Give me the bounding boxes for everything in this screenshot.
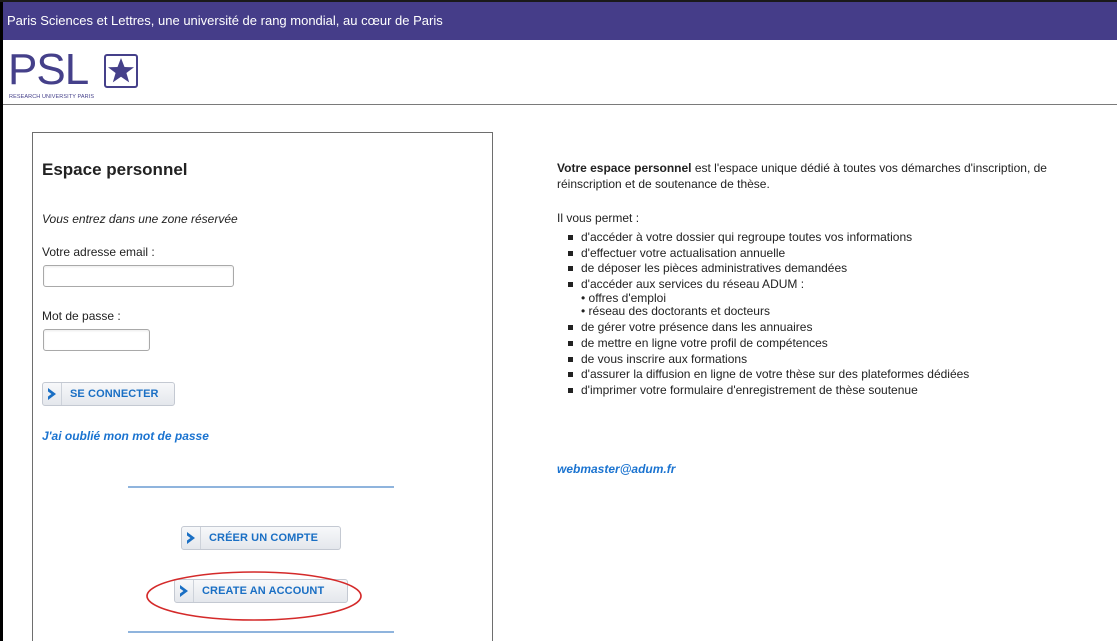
intro-rest: est l'espace unique dédié à toutes vos d…: [691, 161, 1047, 175]
top-banner: Paris Sciences et Lettres, une universit…: [3, 2, 1117, 40]
permits-heading: Il vous permet :: [557, 211, 640, 225]
list-item: de vous inscrire aux formations: [567, 352, 1107, 368]
list-subitem: • réseau des doctorants et docteurs: [581, 303, 770, 318]
header-divider: [3, 104, 1117, 105]
intro-bold: Votre espace personnel: [557, 161, 692, 175]
intro-line-1: Votre espace personnel est l'espace uniq…: [557, 160, 1117, 176]
password-label: Mot de passe :: [42, 309, 121, 323]
list-item: de mettre en ligne votre profil de compé…: [567, 336, 1107, 352]
list-subitem: • offres d'emploi: [581, 291, 666, 306]
list-item: d'assurer la diffusion en ligne de votre…: [567, 367, 1107, 383]
create-account-fr-label: CRÉER UN COMPTE: [209, 532, 319, 544]
separator-line-bottom: [128, 631, 394, 633]
list-item: d'accéder à votre dossier qui regroupe t…: [567, 230, 1107, 246]
email-field[interactable]: [43, 265, 234, 287]
logo-tagline: RESEARCH UNIVERSITY PARIS: [9, 94, 95, 100]
intro-line-2: réinscription et de soutenance de thèse.: [557, 177, 770, 191]
forgot-password-link[interactable]: J'ai oublié mon mot de passe: [42, 429, 209, 443]
feature-list: d'accéder à votre dossier qui regroupe t…: [567, 230, 1107, 398]
star-icon: [104, 54, 138, 88]
login-button-label: SE CONNECTER: [70, 388, 159, 400]
psl-logo[interactable]: PSL RESEARCH UNIVERSITY PARIS: [8, 48, 148, 102]
restricted-zone-note: Vous entrez dans une zone réservée: [42, 212, 238, 226]
webmaster-email-link[interactable]: webmaster@adum.fr: [557, 462, 675, 476]
create-account-fr-button[interactable]: CRÉER UN COMPTE: [181, 526, 341, 550]
frame-border-left: [0, 0, 3, 641]
list-item: de déposer les pièces administratives de…: [567, 261, 1107, 277]
list-item: d'imprimer votre formulaire d'enregistre…: [567, 383, 1107, 399]
email-label: Votre adresse email :: [42, 245, 155, 259]
chevron-right-icon: [182, 527, 201, 549]
list-item: de gérer votre présence dans les annuair…: [567, 320, 1107, 336]
chevron-right-icon: [43, 383, 62, 405]
separator-line: [128, 486, 394, 488]
banner-text: Paris Sciences et Lettres, une universit…: [7, 13, 443, 28]
list-item: d'effectuer votre actualisation annuelle: [567, 246, 1107, 262]
intro-text: Votre espace personnel est l'espace uniq…: [557, 160, 1117, 192]
login-button[interactable]: SE CONNECTER: [42, 382, 175, 406]
page: Paris Sciences et Lettres, une universit…: [0, 0, 1117, 641]
login-title: Espace personnel: [42, 160, 188, 179]
highlight-ellipse: [146, 571, 362, 621]
password-field[interactable]: [43, 329, 150, 351]
list-item: d'accéder aux services du réseau ADUM :: [567, 277, 1107, 293]
logo-wordmark: PSL: [8, 45, 89, 94]
